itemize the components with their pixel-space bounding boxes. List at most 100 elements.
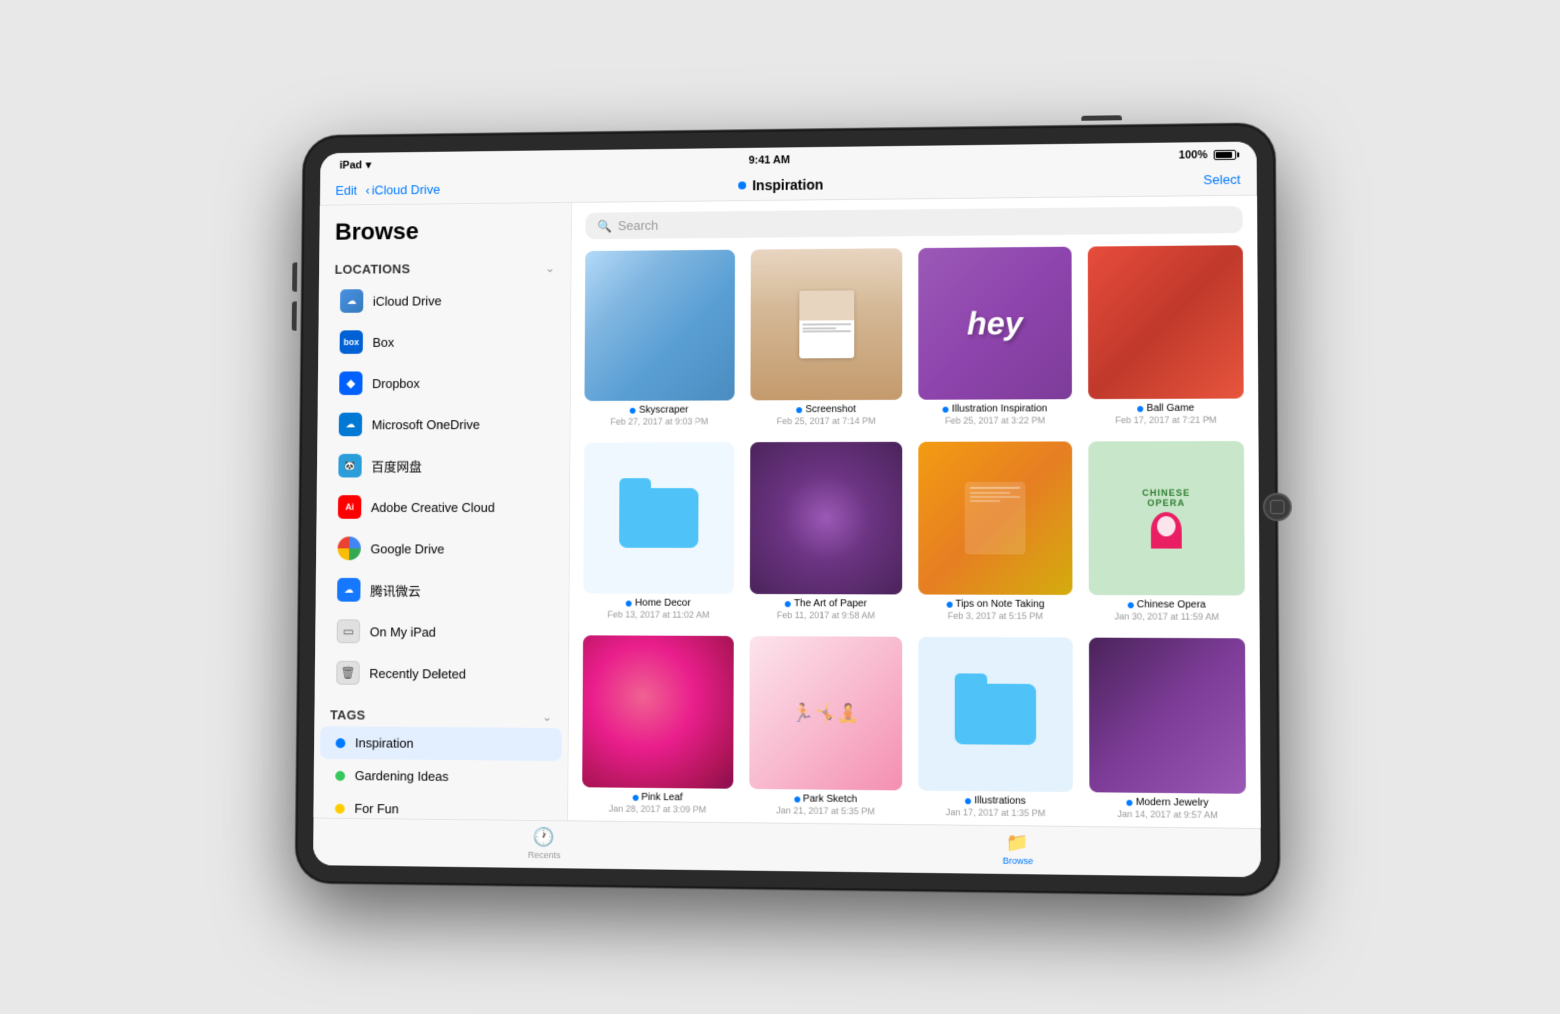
file-date-skyscraper: Feb 27, 2017 at 9:03 PM	[610, 416, 708, 426]
ball-game-image	[1088, 245, 1244, 399]
sidebar-item-dropbox[interactable]: ◆ Dropbox	[324, 362, 564, 404]
file-date-home-decor: Feb 13, 2017 at 11:02 AM	[607, 610, 709, 620]
file-name-screenshot: Screenshot	[796, 404, 856, 415]
file-name-chinese-opera: Chinese Opera	[1128, 599, 1206, 610]
file-item-modern-jewelry[interactable]: Modern Jewelry Jan 14, 2017 at 9:57 AM	[1089, 638, 1246, 821]
sidebar-item-deleted[interactable]: 🗑 Recently Deleted	[321, 652, 563, 695]
baidu-icon: 🐼	[338, 454, 361, 478]
file-thumb-home-decor	[583, 442, 734, 594]
sidebar-item-ipad[interactable]: ▭ On My iPad	[321, 610, 562, 653]
inspiration-label: Inspiration	[355, 735, 414, 750]
recents-label: Recents	[528, 850, 561, 860]
baidu-label: 百度网盘	[371, 456, 422, 475]
file-date-illustration: Feb 25, 2017 at 3:22 PM	[945, 415, 1045, 425]
tags-header-label: Tags	[330, 707, 365, 722]
tab-browse[interactable]: 📁 Browse	[779, 830, 1261, 869]
browse-icon: 📁	[1006, 832, 1029, 854]
park-sketch-dot	[794, 796, 800, 802]
sidebar-item-baidu[interactable]: 🐼 百度网盘	[323, 445, 564, 487]
sidebar-item-gardening[interactable]: Gardening Ideas	[320, 759, 562, 794]
folder-shape-illustrations	[955, 684, 1036, 745]
home-button-inner	[1270, 500, 1285, 514]
file-name-illustrations: Illustrations	[965, 795, 1026, 807]
home-button[interactable]	[1263, 493, 1292, 521]
volume-up-button[interactable]	[292, 262, 297, 291]
pink-leaf-image	[582, 635, 734, 788]
sidebar-item-icloud[interactable]: ☁ iCloud Drive	[324, 279, 564, 322]
file-name-ball-game: Ball Game	[1137, 403, 1194, 414]
illustration-dot	[943, 406, 949, 412]
file-date-modern-jewelry: Jan 14, 2017 at 9:57 AM	[1117, 809, 1218, 820]
file-item-art-paper[interactable]: The Art of Paper Feb 11, 2017 at 9:58 AM	[750, 442, 902, 621]
dropbox-label: Dropbox	[372, 376, 420, 391]
dropbox-icon: ◆	[339, 371, 362, 395]
sidebar-item-google[interactable]: Google Drive	[322, 528, 563, 570]
file-name-modern-jewelry: Modern Jewelry	[1127, 797, 1209, 809]
file-item-skyscraper[interactable]: Skyscraper Feb 27, 2017 at 9:03 PM	[584, 250, 735, 427]
battery-icon	[1214, 149, 1237, 159]
home-decor-dot	[626, 600, 632, 606]
google-icon	[337, 537, 360, 561]
back-button[interactable]: ‹ iCloud Drive	[366, 182, 441, 197]
power-button[interactable]	[1081, 115, 1122, 121]
file-thumb-art-paper	[750, 442, 902, 595]
browse-label: Browse	[1003, 856, 1034, 867]
locations-section-header: Locations ⌄	[319, 250, 571, 281]
file-item-pink-leaf[interactable]: Pink Leaf Jan 28, 2017 at 3:09 PM	[582, 635, 734, 815]
gardening-dot	[335, 770, 345, 780]
tags-chevron-icon: ⌄	[542, 709, 552, 723]
inspiration-dot	[336, 738, 346, 748]
tencent-icon: ☁	[337, 578, 360, 602]
sidebar-item-inspiration[interactable]: Inspiration	[320, 726, 562, 761]
file-name-tips: Tips on Note Taking	[946, 599, 1044, 610]
search-bar[interactable]: 🔍 Search	[585, 206, 1242, 239]
nav-right: Select	[1009, 171, 1241, 192]
file-item-park-sketch[interactable]: 🏃🤸🧘 Park Sketch Jan 21, 2017 at 5:35 PM	[749, 636, 902, 817]
chinese-opera-dot	[1128, 602, 1134, 608]
adobe-icon: Ai	[338, 495, 361, 519]
file-item-ball-game[interactable]: Ball Game Feb 17, 2017 at 7:21 PM	[1088, 245, 1244, 425]
sidebar-item-forfun[interactable]: For Fun	[319, 792, 561, 821]
file-date-art-paper: Feb 11, 2017 at 9:58 AM	[777, 610, 875, 620]
skyscraper-image	[584, 250, 735, 401]
file-thumb-skyscraper	[584, 250, 735, 401]
file-thumb-chinese-opera: CHINESE OPERA	[1088, 441, 1244, 595]
edit-button[interactable]: Edit	[335, 182, 357, 197]
deleted-label: Recently Deleted	[369, 666, 466, 681]
nav-left: Edit ‹ iCloud Drive	[335, 179, 556, 199]
volume-down-button[interactable]	[292, 301, 297, 330]
status-time: 9:41 AM	[749, 154, 790, 166]
file-date-park-sketch: Jan 21, 2017 at 5:35 PM	[776, 805, 875, 816]
onedrive-label: Microsoft OneDrive	[372, 417, 480, 432]
sidebar-item-tencent[interactable]: ☁ 腾讯微云	[321, 569, 562, 611]
status-right: 100%	[1179, 148, 1236, 161]
screenshot-image	[750, 248, 902, 400]
sidebar-title-section: Browse	[319, 203, 570, 252]
file-item-illustration[interactable]: hey Illustration Inspiration Feb 25, 201…	[918, 247, 1072, 426]
park-sketch-image: 🏃🤸🧘	[749, 636, 902, 790]
sidebar-item-adobe[interactable]: Ai Adobe Creative Cloud	[322, 486, 563, 528]
ball-game-dot	[1137, 405, 1143, 411]
file-date-illustrations: Jan 17, 2017 at 1:35 PM	[946, 807, 1046, 818]
file-item-tips[interactable]: Tips on Note Taking Feb 3, 2017 at 5:15 …	[918, 441, 1072, 621]
adobe-label: Adobe Creative Cloud	[371, 500, 495, 515]
files-grid: Skyscraper Feb 27, 2017 at 9:03 PM	[581, 245, 1247, 828]
sidebar-item-box[interactable]: box Box	[324, 320, 564, 363]
search-placeholder: Search	[618, 218, 659, 233]
file-name-park-sketch: Park Sketch	[794, 793, 857, 805]
folder-back-home-decor	[619, 488, 698, 548]
sidebar-item-onedrive[interactable]: ☁ Microsoft OneDrive	[323, 403, 564, 445]
file-name-skyscraper: Skyscraper	[630, 405, 688, 416]
google-label: Google Drive	[370, 541, 444, 556]
file-item-illustrations[interactable]: Illustrations Jan 17, 2017 at 1:35 PM	[918, 637, 1073, 819]
modern-jewelry-image	[1089, 638, 1246, 794]
file-item-chinese-opera[interactable]: CHINESE OPERA Chinese Opera	[1088, 441, 1245, 622]
file-name-art-paper: The Art of Paper	[785, 598, 867, 609]
battery-fill	[1216, 151, 1233, 157]
select-button[interactable]: Select	[1203, 172, 1240, 187]
file-item-home-decor[interactable]: Home Decor Feb 13, 2017 at 11:02 AM	[583, 442, 734, 620]
battery-percent-label: 100%	[1179, 149, 1208, 161]
file-item-screenshot[interactable]: Screenshot Feb 25, 2017 at 7:14 PM	[750, 248, 902, 426]
illustration-image: hey	[918, 247, 1072, 400]
tab-recents[interactable]: 🕐 Recents	[313, 824, 779, 863]
